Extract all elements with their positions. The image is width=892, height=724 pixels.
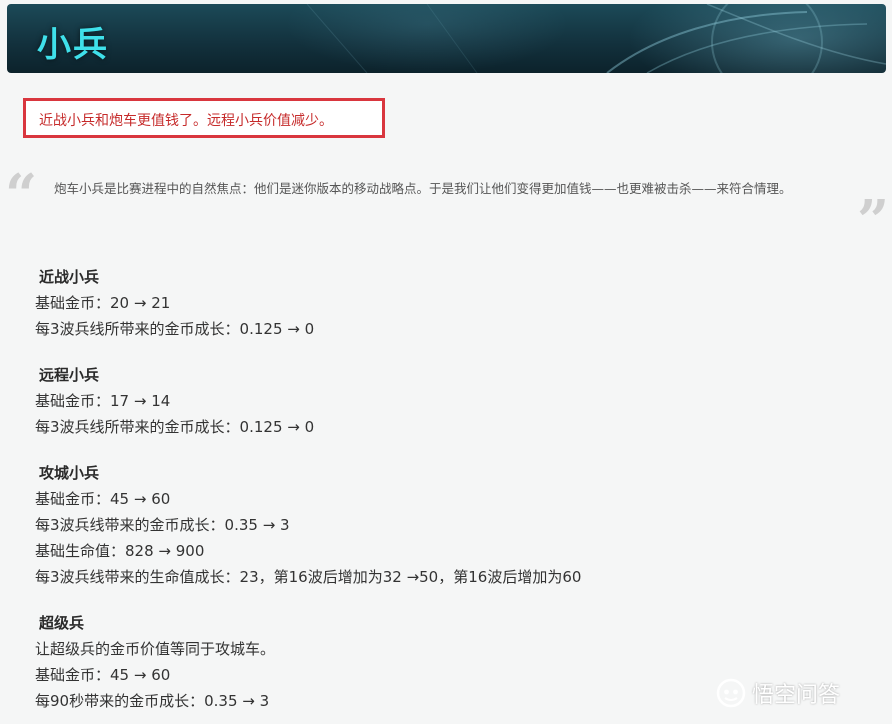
header-banner: 小兵 — [7, 4, 886, 73]
wukong-logo-icon — [716, 678, 746, 708]
siege-health-growth: 每3波兵线带来的生命值成长：23，第16波后增加为32 →50，第16波后增加为… — [35, 568, 582, 586]
section-title-siege: 攻城小兵 — [39, 464, 100, 482]
siege-gold-growth: 每3波兵线带来的金币成长：0.35 → 3 — [35, 516, 290, 534]
highlight-note-box: 近战小兵和炮车更值钱了。远程小兵价值减少。 — [23, 98, 385, 138]
section-title-super: 超级兵 — [39, 614, 85, 632]
watermark-text: 悟空问答 — [752, 683, 841, 708]
watermark: 悟空问答 — [716, 674, 840, 712]
section-title-melee: 近战小兵 — [39, 268, 100, 286]
quote-text: 炮车小兵是比赛进程中的自然焦点：他们是迷你版本的移动战略点。于是我们让他们变得更… — [54, 181, 792, 196]
melee-gold-growth: 每3波兵线所带来的金币成长：0.125 → 0 — [35, 320, 315, 338]
siege-base-health: 基础生命值：828 → 900 — [35, 542, 205, 560]
melee-base-gold: 基础金币：20 → 21 — [35, 294, 171, 312]
ranged-gold-growth: 每3波兵线所带来的金币成长：0.125 → 0 — [35, 418, 315, 436]
banner-decoration — [306, 4, 886, 73]
siege-base-gold: 基础金币：45 → 60 — [35, 490, 171, 508]
section-title-ranged: 远程小兵 — [39, 366, 100, 384]
super-description: 让超级兵的金币价值等同于攻城车。 — [35, 640, 276, 658]
highlight-note-text: 近战小兵和炮车更值钱了。远程小兵价值减少。 — [39, 113, 333, 129]
super-base-gold: 基础金币：45 → 60 — [35, 666, 171, 684]
ranged-base-gold: 基础金币：17 → 14 — [35, 392, 171, 410]
close-quote-icon: ” — [857, 188, 890, 254]
banner-title: 小兵 — [37, 25, 109, 65]
super-gold-growth: 每90秒带来的金币成长：0.35 → 3 — [35, 692, 270, 710]
